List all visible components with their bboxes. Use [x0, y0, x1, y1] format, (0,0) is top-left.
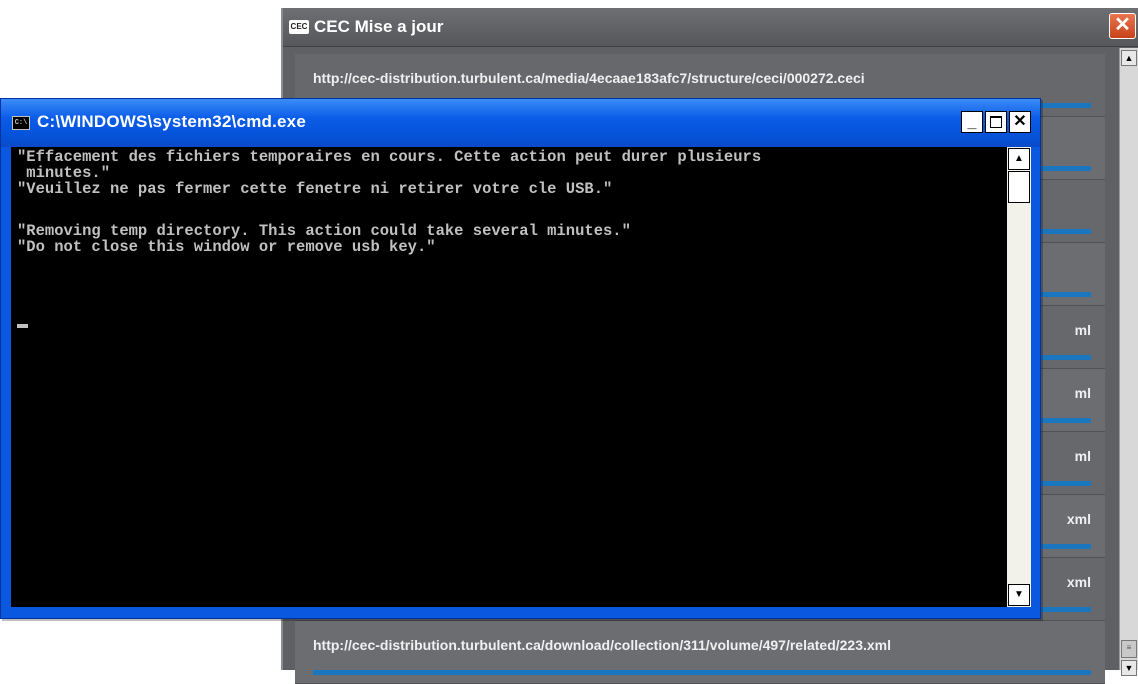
console-cursor	[17, 324, 28, 328]
cec-window-title: CEC Mise a jour	[314, 17, 444, 36]
close-button[interactable]: ✕	[1009, 111, 1031, 133]
scroll-down-icon[interactable]: ▼	[1008, 584, 1030, 606]
console-app-icon[interactable]: C:\	[12, 116, 30, 130]
download-url: http://cec-distribution.turbulent.ca/med…	[313, 70, 865, 86]
console-line: minutes."	[17, 164, 111, 182]
console-line: "Effacement des fichiers temporaires en …	[17, 148, 762, 166]
cec-scroll-thumb[interactable]: ≡	[1121, 640, 1137, 658]
maximize-icon	[990, 116, 1002, 128]
cec-close-button[interactable]: ✕	[1109, 13, 1136, 39]
cec-scroll-up-icon[interactable]: ▲	[1121, 50, 1137, 66]
cmd-scrollbar[interactable]: ▲ ▼	[1007, 147, 1031, 607]
console-line: "Veuillez ne pas fermer cette fenetre ni…	[17, 180, 613, 198]
download-progress-bar	[313, 670, 1091, 675]
cmd-titlebar[interactable]: C:\ C:\WINDOWS\system32\cmd.exe _ ✕	[1, 99, 1040, 147]
maximize-button[interactable]	[985, 111, 1007, 133]
console-line: "Do not close this window or remove usb …	[17, 238, 436, 256]
console-output[interactable]: "Effacement des fichiers temporaires en …	[11, 147, 1007, 607]
cec-titlebar[interactable]: CEC CEC Mise a jour ✕	[283, 8, 1138, 47]
download-row: http://cec-distribution.turbulent.ca/dow…	[295, 621, 1105, 684]
scroll-up-icon[interactable]: ▲	[1008, 148, 1030, 170]
console-line: "Removing temp directory. This action co…	[17, 222, 631, 240]
scroll-thumb[interactable]	[1008, 171, 1030, 203]
download-url: ml	[1074, 448, 1091, 464]
download-url: http://cec-distribution.turbulent.ca/dow…	[313, 637, 892, 653]
cec-scroll-down-icon[interactable]: ▼	[1121, 660, 1137, 676]
download-url: ml	[1074, 385, 1091, 401]
download-url: ml	[1074, 322, 1091, 338]
download-url: xml	[1066, 511, 1091, 527]
download-url: xml	[1066, 574, 1091, 590]
cec-scrollbar[interactable]: ▲ ≡ ▼	[1119, 48, 1138, 676]
cmd-window-title: C:\WINDOWS\system32\cmd.exe	[37, 112, 306, 131]
minimize-button[interactable]: _	[961, 111, 983, 133]
cmd-window: C:\ C:\WINDOWS\system32\cmd.exe _ ✕ "Eff…	[0, 98, 1041, 619]
cec-logo-icon: CEC	[289, 20, 309, 34]
